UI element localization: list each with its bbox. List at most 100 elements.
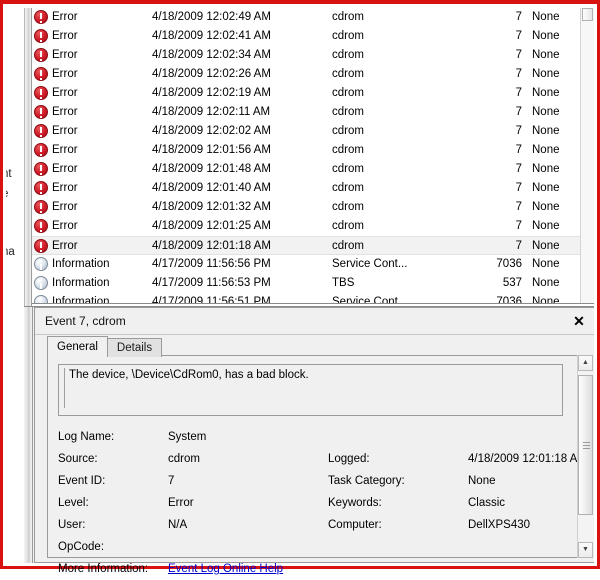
- event-source-cell: cdrom: [332, 201, 364, 213]
- error-icon: [34, 162, 49, 177]
- event-level-cell: Error: [52, 30, 78, 42]
- property-value: Error: [168, 497, 194, 509]
- event-task-category-cell: None: [532, 125, 560, 137]
- event-list-row[interactable]: Error 4/18/2009 12:01:48 AM cdrom 7 None: [32, 160, 580, 179]
- event-source-cell: cdrom: [332, 125, 364, 137]
- error-icon: [34, 86, 49, 101]
- strip-text-fragment: e: [6, 188, 8, 200]
- event-datetime-cell: 4/17/2009 11:56:56 PM: [152, 258, 271, 270]
- event-message-box[interactable]: The device, \Device\CdRom0, has a bad bl…: [58, 364, 563, 416]
- property-label: Event ID:: [58, 475, 106, 487]
- event-id-cell: 7: [515, 144, 522, 156]
- property-value: 7: [168, 475, 175, 487]
- event-source-cell: cdrom: [332, 220, 364, 232]
- event-level-cell: Error: [52, 106, 78, 118]
- event-id-cell: 7: [515, 30, 522, 42]
- event-list-row[interactable]: Information 4/17/2009 11:56:56 PM Service …: [32, 255, 580, 274]
- event-id-cell: 7: [515, 201, 522, 213]
- event-level-cell: Information: [52, 277, 110, 289]
- event-source-cell: cdrom: [332, 163, 364, 175]
- event-list-row[interactable]: Error 4/18/2009 12:02:49 AM cdrom 7 None: [32, 8, 580, 27]
- details-vertical-scrollbar[interactable]: ▲ ▼: [577, 355, 593, 558]
- event-task-category-cell: None: [532, 49, 560, 61]
- details-tab-strip: General Details: [47, 336, 163, 357]
- event-id-cell: 7036: [496, 258, 522, 270]
- event-id-cell: 7: [515, 182, 522, 194]
- close-icon[interactable]: ✕: [570, 312, 588, 330]
- event-task-category-cell: None: [532, 68, 560, 80]
- event-level-cell: Error: [52, 240, 78, 252]
- property-value: Classic: [468, 497, 506, 509]
- information-icon: [34, 257, 49, 272]
- tab-general[interactable]: General: [47, 336, 108, 357]
- event-id-cell: 7: [515, 220, 522, 232]
- scrollbar-thumb[interactable]: [578, 375, 593, 515]
- clipped-navigation-strip[interactable]: nt e na: [6, 8, 24, 563]
- event-datetime-cell: 4/18/2009 12:01:56 AM: [152, 144, 271, 156]
- event-list-row[interactable]: Information 4/17/2009 11:56:51 PM Service …: [32, 293, 580, 303]
- event-datetime-cell: 4/18/2009 12:02:19 AM: [152, 87, 271, 99]
- scroll-down-arrow-icon[interactable]: ▼: [578, 542, 593, 558]
- event-id-cell: 7: [515, 106, 522, 118]
- event-list-row[interactable]: Error 4/18/2009 12:01:40 AM cdrom 7 None: [32, 179, 580, 198]
- error-icon: [34, 200, 49, 215]
- property-row: Logged: 4/18/2009 12:01:18 AM: [328, 448, 598, 470]
- event-task-category-cell: None: [532, 220, 560, 232]
- property-row: User: N/A: [58, 514, 328, 536]
- event-list-row[interactable]: Error 4/18/2009 12:01:32 AM cdrom 7 None: [32, 198, 580, 217]
- event-viewer-window: nt e na Error 4/18/2009 12:02:49 AM cdrom 7…: [0, 0, 600, 575]
- scroll-up-arrow-icon[interactable]: ▲: [578, 355, 593, 371]
- error-icon: [34, 105, 49, 120]
- event-list[interactable]: Error 4/18/2009 12:02:49 AM cdrom 7 None Erro…: [32, 8, 580, 303]
- event-message-text: The device, \Device\CdRom0, has a bad bl…: [64, 368, 558, 408]
- event-id-cell: 537: [502, 277, 522, 289]
- property-row: Keywords: Classic: [328, 492, 598, 514]
- event-list-row[interactable]: Error 4/18/2009 12:01:18 AM cdrom 7 None: [32, 236, 580, 255]
- event-id-cell: 7: [515, 163, 522, 175]
- information-icon: [34, 276, 49, 291]
- event-list-row[interactable]: Error 4/18/2009 12:02:02 AM cdrom 7 None: [32, 122, 580, 141]
- error-icon: [34, 239, 49, 254]
- event-list-row[interactable]: Error 4/18/2009 12:01:56 AM cdrom 7 None: [32, 141, 580, 160]
- event-datetime-cell: 4/18/2009 12:02:41 AM: [152, 30, 271, 42]
- property-value: cdrom: [168, 453, 200, 465]
- event-source-cell: cdrom: [332, 182, 364, 194]
- event-list-row[interactable]: Information 4/17/2009 11:56:53 PM TBS 537 No…: [32, 274, 580, 293]
- event-list-row[interactable]: Error 4/18/2009 12:01:25 AM cdrom 7 None: [32, 217, 580, 236]
- event-list-row[interactable]: Error 4/18/2009 12:02:41 AM cdrom 7 None: [32, 27, 580, 46]
- event-level-cell: Error: [52, 68, 78, 80]
- event-level-cell: Error: [52, 11, 78, 23]
- event-list-vertical-scrollbar[interactable]: [580, 8, 594, 303]
- scrollbar-thumb[interactable]: [582, 8, 593, 21]
- property-value: 4/18/2009 12:01:18 AM: [468, 453, 587, 465]
- event-datetime-cell: 4/18/2009 12:01:32 AM: [152, 201, 271, 213]
- property-label: Keywords:: [328, 497, 382, 509]
- tab-details[interactable]: Details: [106, 338, 163, 357]
- event-level-cell: Error: [52, 49, 78, 61]
- event-log-online-help-link[interactable]: Event Log Online Help: [168, 558, 283, 580]
- details-body: Event 7, cdrom ✕ General Details The devi…: [34, 307, 594, 575]
- event-source-cell: cdrom: [332, 68, 364, 80]
- event-level-cell: Error: [52, 144, 78, 156]
- event-list-row[interactable]: Error 4/18/2009 12:02:34 AM cdrom 7 None: [32, 46, 580, 65]
- event-datetime-cell: 4/17/2009 11:56:53 PM: [152, 277, 271, 289]
- event-id-cell: 7036: [496, 296, 522, 303]
- event-level-cell: Error: [52, 125, 78, 137]
- event-list-row[interactable]: Error 4/18/2009 12:02:11 AM cdrom 7 None: [32, 103, 580, 122]
- event-list-row[interactable]: Error 4/18/2009 12:02:26 AM cdrom 7 None: [32, 65, 580, 84]
- event-source-cell: Service Cont...: [332, 296, 408, 303]
- error-icon: [34, 181, 49, 196]
- event-source-cell: TBS: [332, 277, 355, 289]
- event-list-row[interactable]: Error 4/18/2009 12:02:19 AM cdrom 7 None: [32, 84, 580, 103]
- event-task-category-cell: None: [532, 182, 560, 194]
- event-id-cell: 7: [515, 68, 522, 80]
- property-row: OpCode:: [58, 536, 328, 558]
- details-pane-splitter[interactable]: [24, 307, 33, 563]
- event-datetime-cell: 4/18/2009 12:02:49 AM: [152, 11, 271, 23]
- error-icon: [34, 48, 49, 63]
- event-task-category-cell: None: [532, 106, 560, 118]
- property-label: Computer:: [328, 519, 382, 531]
- property-value: DellXPS430: [468, 519, 531, 531]
- event-level-cell: Error: [52, 220, 78, 232]
- property-label: Log Name:: [58, 431, 115, 443]
